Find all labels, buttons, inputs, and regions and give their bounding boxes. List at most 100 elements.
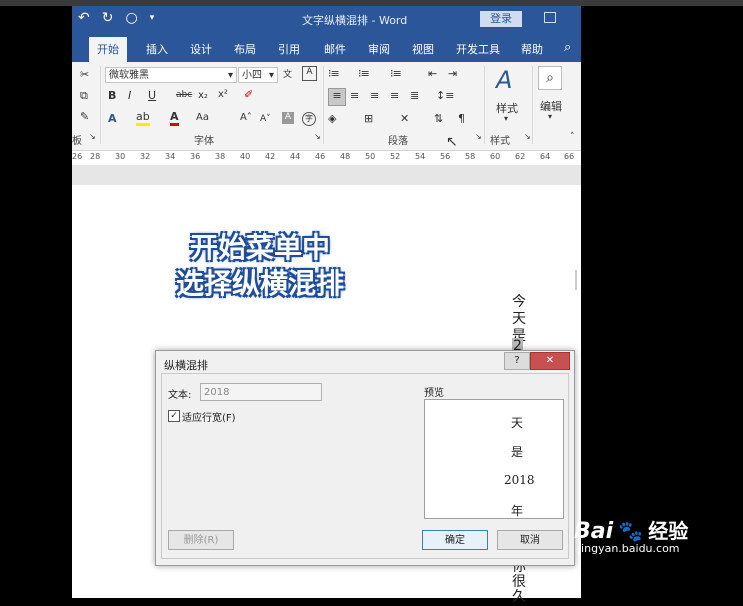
ribbon-tabs: 开始 插入 设计 布局 引用 邮件 审阅 视图 开发工具 帮助 ⌕ (72, 34, 581, 62)
styles-launcher-icon[interactable]: ↘ (524, 132, 531, 141)
tab-insert[interactable]: 插入 (146, 41, 168, 57)
char-border-icon[interactable]: A (302, 66, 317, 81)
ruler-tick: 30 (115, 152, 126, 161)
show-marks-icon[interactable]: ¶ (458, 112, 465, 125)
collapse-ribbon-icon[interactable]: ˄ (570, 132, 575, 142)
numbering-icon[interactable]: ⁝≡ (358, 67, 370, 80)
login-button[interactable]: 登录 (480, 11, 522, 27)
distributed-icon[interactable]: ≣ (410, 89, 419, 102)
undo-icon[interactable]: ↶ (78, 10, 90, 26)
styles-icon[interactable]: A (496, 66, 512, 94)
char-shading-icon[interactable]: A (282, 112, 294, 124)
format-painter-icon[interactable]: ✎ (80, 110, 89, 123)
window-title: 文字纵横混排 - Word (302, 14, 408, 27)
sort-icon[interactable]: ⇅ (434, 112, 443, 125)
tab-mailings[interactable]: 邮件 (324, 41, 346, 57)
increase-indent-icon[interactable]: ⇥ (448, 67, 457, 80)
tab-review[interactable]: 审阅 (368, 41, 390, 57)
font-launcher-icon[interactable]: ↘ (314, 132, 321, 141)
text-label: 文本: (168, 390, 192, 401)
customize-icon[interactable]: ▾ (150, 13, 155, 26)
fit-line-width-label: 适应行宽(F) (182, 413, 236, 424)
title-bar: ↶ ↻ ○ ▾ 文字纵横混排 - Word 登录 (72, 6, 581, 34)
clear-format-icon[interactable]: ✐ (244, 88, 253, 101)
font-size-value: 小四 (242, 70, 262, 81)
phonetic-guide-icon[interactable]: 文 (283, 67, 292, 80)
font-name-value: 微软雅黑 (109, 70, 149, 81)
align-center-icon[interactable]: ≡ (350, 89, 359, 102)
font-name-combo[interactable]: 微软雅黑 ▾ (105, 67, 237, 83)
find-icon[interactable]: ⌕ (538, 66, 562, 90)
subscript-icon[interactable]: x₂ (198, 90, 208, 101)
bullets-icon[interactable]: ⁝≡ (328, 67, 340, 80)
ruler-tick: 52 (390, 152, 401, 161)
enclose-char-icon[interactable]: 字 (302, 112, 316, 126)
highlight-icon[interactable]: ab (136, 110, 150, 126)
chevron-down-icon: ▾ (227, 70, 233, 81)
ruler-tick: 28 (90, 152, 101, 161)
mouse-cursor-icon: ↖ (446, 134, 458, 150)
underline-icon[interactable]: U (148, 89, 156, 102)
chevron-down-icon: ▾ (548, 112, 553, 121)
cancel-button[interactable]: 取消 (497, 530, 563, 550)
paragraph-launcher-icon[interactable]: ↘ (475, 132, 482, 141)
ruler-tick: 42 (265, 152, 276, 161)
baidu-watermark: Bai 🐾 经验 jingyan.baidu.com (574, 515, 688, 555)
text-input[interactable]: 2018 (200, 383, 322, 401)
tab-help[interactable]: 帮助 (521, 41, 543, 57)
strikethrough-icon[interactable]: abc (176, 90, 192, 100)
ruler-tick: 62 (515, 152, 526, 161)
chinese-layout-icon[interactable]: ✕ (400, 112, 409, 125)
align-left-icon[interactable]: ≡ (328, 88, 346, 106)
font-size-combo[interactable]: 小四 ▾ (238, 67, 278, 83)
group-separator (532, 66, 533, 144)
ok-button[interactable]: 确定 (422, 530, 488, 550)
ruler-tick: 48 (340, 152, 351, 161)
ruler-tick: 60 (490, 152, 501, 161)
caption-line-2: 选择纵横混排 (175, 267, 344, 300)
ruler-tick: 26 (72, 152, 83, 161)
tab-layout[interactable]: 布局 (234, 41, 256, 57)
paw-icon: 🐾 (618, 519, 644, 543)
cut-icon[interactable]: ✂ (80, 68, 89, 81)
preview-line: 2018 (504, 473, 535, 487)
change-case-icon[interactable]: Aa (196, 112, 209, 123)
delete-button[interactable]: 删除(R) (168, 530, 234, 550)
line-spacing-icon[interactable]: ↕≡ (436, 89, 454, 102)
watermark-cn: 经验 (648, 519, 689, 543)
watermark-url: jingyan.baidu.com (578, 542, 680, 555)
help-button[interactable]: ? (504, 352, 530, 370)
ruler-tick: 54 (415, 152, 426, 161)
ribbon-display-icon[interactable] (544, 12, 556, 23)
close-button[interactable]: ✕ (530, 352, 570, 370)
multilevel-list-icon[interactable]: ⁝≡ (390, 67, 402, 80)
search-icon[interactable]: ⌕ (564, 40, 571, 55)
fit-line-width-checkbox[interactable]: ✓ (168, 410, 180, 422)
group-separator (484, 66, 485, 144)
text-effects-icon[interactable]: A (108, 112, 117, 125)
paragraph-group-label: 段落 (388, 136, 408, 147)
tab-references[interactable]: 引用 (278, 41, 300, 57)
redo-icon[interactable]: ↻ (102, 10, 114, 26)
clipboard-group-label: 板 (72, 136, 82, 147)
tab-developer[interactable]: 开发工具 (456, 41, 500, 57)
horizontal-ruler: 26 28 30 32 34 36 38 40 42 44 46 48 50 5… (72, 151, 581, 165)
shrink-font-icon[interactable]: A˅ (260, 114, 271, 124)
superscript-icon[interactable]: x² (218, 89, 228, 100)
borders-icon[interactable]: ⊞ (364, 112, 373, 125)
copy-icon[interactable]: ⧉ (80, 89, 88, 103)
clipboard-launcher-icon[interactable]: ↘ (89, 132, 96, 141)
ribbon-home: ✂ ⧉ ✎ 板 ↘ 微软雅黑 ▾ 小四 ▾ 文 A B I U abc x₂ x… (72, 62, 581, 151)
shading-icon[interactable]: ◈ (328, 112, 336, 125)
decrease-indent-icon[interactable]: ⇤ (428, 67, 437, 80)
circle-icon[interactable]: ○ (125, 10, 137, 26)
tab-home[interactable]: 开始 (89, 37, 127, 62)
bold-icon[interactable]: B (108, 89, 116, 102)
grow-font-icon[interactable]: A˄ (240, 112, 252, 123)
tab-design[interactable]: 设计 (190, 41, 212, 57)
justify-icon[interactable]: ≡ (390, 89, 399, 102)
align-right-icon[interactable]: ≡ (370, 89, 379, 102)
italic-icon[interactable]: I (128, 89, 131, 102)
font-color-icon[interactable]: A (170, 110, 179, 126)
tab-view[interactable]: 视图 (412, 41, 434, 57)
